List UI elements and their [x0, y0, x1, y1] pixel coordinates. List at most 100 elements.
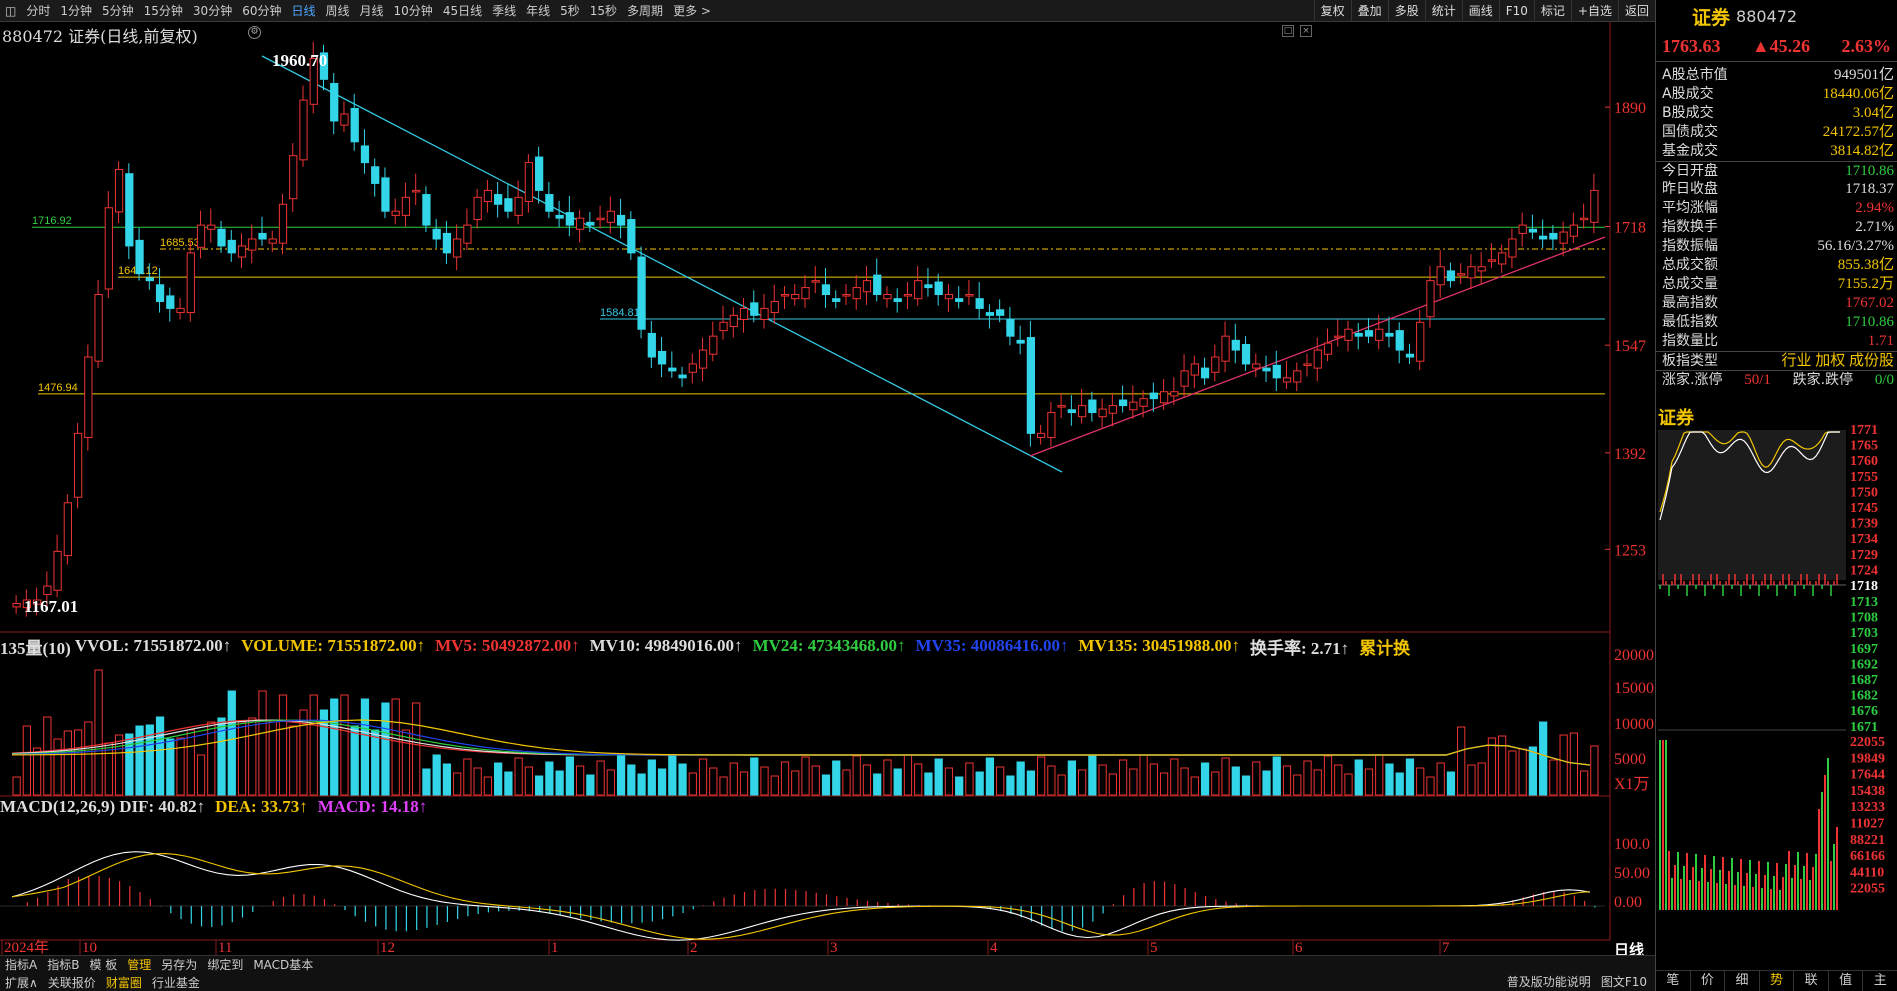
volume-bar[interactable] — [330, 698, 339, 796]
volume-bar[interactable] — [965, 762, 974, 796]
volume-bar[interactable] — [1159, 772, 1169, 796]
candle[interactable] — [1282, 377, 1292, 383]
volume-bar[interactable] — [1211, 771, 1220, 796]
indicator-tab-0[interactable]: 指标A — [0, 956, 42, 973]
candle[interactable] — [1037, 432, 1046, 439]
candle[interactable] — [678, 374, 687, 379]
candle[interactable] — [903, 294, 913, 297]
volume-bar[interactable] — [1282, 765, 1292, 796]
candle[interactable] — [217, 228, 226, 247]
candle[interactable] — [237, 245, 247, 258]
candle[interactable] — [166, 295, 175, 309]
volume-bar[interactable] — [289, 725, 298, 796]
volume-bar[interactable] — [1016, 761, 1025, 796]
volume-bar[interactable] — [770, 775, 779, 796]
volume-bar[interactable] — [1405, 758, 1415, 796]
candle[interactable] — [1241, 344, 1251, 365]
volume-bar[interactable] — [463, 758, 472, 796]
volume-bar[interactable] — [1241, 775, 1251, 796]
volume-bar[interactable] — [996, 766, 1005, 796]
candle[interactable] — [1549, 232, 1558, 240]
volume-bar[interactable] — [801, 756, 810, 796]
volume-bar[interactable] — [698, 758, 708, 796]
candle[interactable] — [657, 350, 667, 365]
volume-bar[interactable] — [1487, 737, 1497, 796]
volume-bar[interactable] — [155, 716, 165, 796]
candle[interactable] — [729, 314, 738, 327]
volume-bar[interactable] — [1446, 771, 1456, 796]
volume-bar[interactable] — [125, 733, 134, 796]
indicator-tab-3[interactable]: 管理 — [122, 956, 156, 973]
indicator-tab-2[interactable]: 模 板 — [84, 956, 122, 973]
volume-bar[interactable] — [63, 730, 72, 796]
candle[interactable] — [1539, 235, 1548, 240]
volume-bar[interactable] — [883, 759, 892, 796]
candle[interactable] — [1354, 332, 1363, 337]
candle[interactable] — [422, 194, 431, 226]
candle[interactable] — [268, 238, 277, 244]
candle[interactable] — [1016, 339, 1025, 344]
candle[interactable] — [1477, 266, 1486, 272]
candle[interactable] — [750, 302, 759, 316]
candle[interactable] — [698, 349, 708, 369]
ext-tab-0[interactable]: 扩展∧ — [0, 974, 43, 991]
candle[interactable] — [709, 335, 718, 355]
volume-bar[interactable] — [934, 758, 943, 796]
volume-bar[interactable] — [1539, 721, 1548, 796]
candle[interactable] — [811, 280, 820, 283]
volume-bar[interactable] — [1549, 759, 1558, 796]
volume-bar[interactable] — [1477, 762, 1486, 796]
volume-bar[interactable] — [944, 767, 954, 796]
candle[interactable] — [1108, 405, 1117, 414]
indicator-tab-4[interactable]: 另存为 — [156, 956, 202, 973]
indicator-tab-6[interactable]: MACD基本 — [248, 956, 318, 973]
candle[interactable] — [545, 194, 554, 212]
volume-bar[interactable] — [104, 742, 113, 796]
volume-bar[interactable] — [432, 754, 441, 796]
volume-bar[interactable] — [955, 776, 964, 796]
volume-bar[interactable] — [565, 756, 574, 796]
volume-bar[interactable] — [504, 771, 513, 796]
candle[interactable] — [1139, 398, 1148, 407]
right-tab-4[interactable]: 联 — [1794, 971, 1829, 991]
volume-bar[interactable] — [873, 773, 882, 796]
indicator-tab-1[interactable]: 指标B — [42, 956, 84, 973]
candle[interactable] — [360, 145, 370, 164]
candle[interactable] — [575, 217, 585, 230]
volume-bar[interactable] — [22, 725, 31, 796]
candle[interactable] — [53, 550, 62, 591]
volume-bar[interactable] — [237, 721, 247, 796]
right-tab-1[interactable]: 价 — [1691, 971, 1726, 991]
candle[interactable] — [801, 287, 810, 300]
candle[interactable] — [1200, 367, 1210, 379]
candle[interactable] — [401, 196, 411, 216]
volume-bar[interactable] — [1344, 773, 1353, 796]
volume-bar[interactable] — [606, 769, 615, 796]
candle[interactable] — [176, 307, 185, 314]
candle[interactable] — [914, 280, 923, 300]
candle[interactable] — [483, 189, 493, 202]
candle[interactable] — [606, 210, 615, 223]
volume-bar[interactable] — [750, 757, 759, 796]
volume-bar[interactable] — [1108, 773, 1117, 796]
volume-bar[interactable] — [1047, 765, 1056, 796]
candle[interactable] — [1293, 370, 1302, 383]
volume-bar[interactable] — [1375, 754, 1384, 796]
candle[interactable] — [688, 363, 697, 373]
volume-bar[interactable] — [545, 761, 554, 796]
volume-bar[interactable] — [1303, 760, 1312, 796]
candle[interactable] — [1088, 399, 1097, 414]
volume-bar[interactable] — [1098, 764, 1107, 796]
candle[interactable] — [289, 155, 298, 200]
candle[interactable] — [1323, 342, 1333, 355]
candle[interactable] — [832, 298, 841, 302]
candle[interactable] — [739, 307, 749, 321]
volume-bar[interactable] — [514, 757, 523, 796]
volume-bar[interactable] — [1457, 726, 1466, 796]
volume-bar[interactable] — [1385, 763, 1394, 796]
volume-bar[interactable] — [729, 762, 738, 796]
volume-bar[interactable] — [688, 772, 697, 796]
candle[interactable] — [207, 224, 216, 230]
volume-bar[interactable] — [258, 690, 267, 796]
right-tab-2[interactable]: 细 — [1725, 971, 1760, 991]
